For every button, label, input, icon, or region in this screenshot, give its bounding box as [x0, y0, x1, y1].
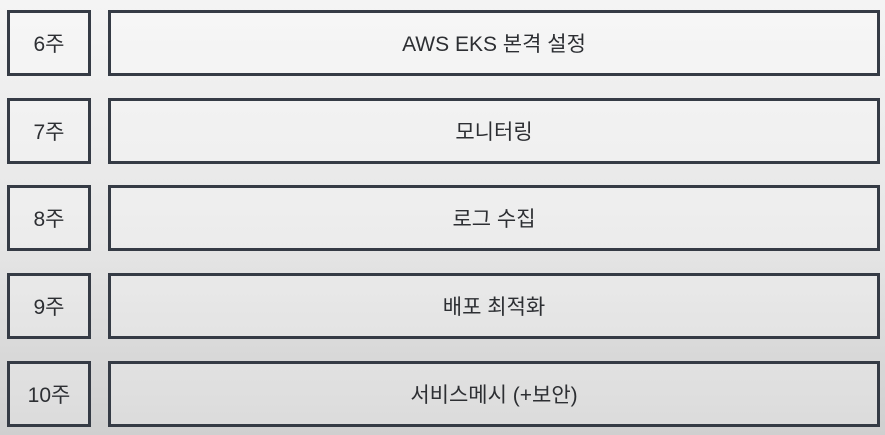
week-label: 8주	[7, 185, 91, 251]
schedule-row: 6주 AWS EKS 본격 설정	[0, 10, 885, 82]
schedule-row: 8주 로그 수집	[0, 185, 885, 257]
topic-label: 로그 수집	[108, 185, 880, 251]
schedule-row: 9주 배포 최적화	[0, 273, 885, 345]
topic-label: 모니터링	[108, 98, 880, 164]
week-label: 9주	[7, 273, 91, 339]
schedule-row: 7주 모니터링	[0, 98, 885, 170]
week-label: 10주	[7, 361, 91, 427]
topic-label: AWS EKS 본격 설정	[108, 10, 880, 76]
week-label: 6주	[7, 10, 91, 76]
schedule-row: 10주 서비스메시 (+보안)	[0, 361, 885, 433]
week-label: 7주	[7, 98, 91, 164]
topic-label: 서비스메시 (+보안)	[108, 361, 880, 427]
topic-label: 배포 최적화	[108, 273, 880, 339]
